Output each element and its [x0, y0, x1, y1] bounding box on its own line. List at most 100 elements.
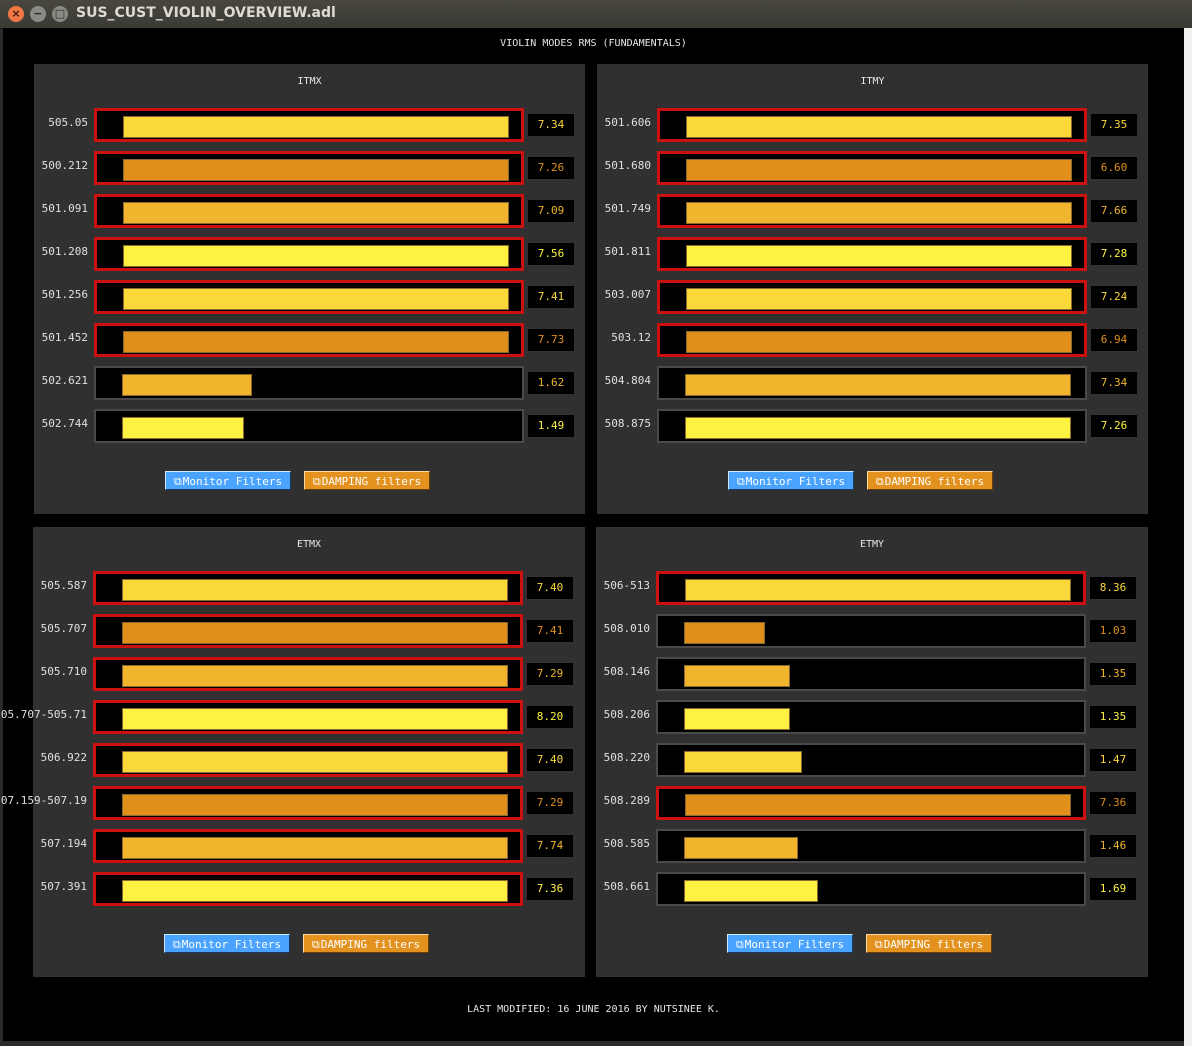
monitor-filters-label: Monitor Filters — [181, 938, 282, 951]
rms-bar-fill — [686, 116, 1072, 138]
rms-value: 1.69 — [1090, 878, 1136, 900]
monitor-filters-label: Monitor Filters — [745, 475, 846, 488]
rms-value: 1.35 — [1090, 663, 1136, 685]
rms-bar-fill — [122, 374, 252, 396]
rms-bar-fill — [685, 579, 1071, 601]
rms-bar — [657, 237, 1087, 271]
rms-bar-fill — [685, 417, 1071, 439]
related-display-icon: ⧉ — [875, 475, 884, 488]
mode-frequency-label: 506.922 — [40, 751, 87, 764]
footer-note: LAST MODIFIED: 16 JUNE 2016 BY NUTSINEE … — [467, 1004, 720, 1015]
rms-bar — [657, 280, 1087, 314]
rms-value: 7.66 — [1091, 200, 1137, 222]
monitor-filters-label: Monitor Filters — [182, 475, 283, 488]
mode-frequency-label: 504.804 — [604, 374, 651, 387]
mode-row: 508.146 1.35 — [596, 657, 1148, 693]
mode-frequency-label: 502.621 — [41, 374, 88, 387]
rms-bar — [656, 829, 1086, 863]
mode-row: 508.875 7.26 — [597, 409, 1148, 445]
rms-bar — [657, 194, 1087, 228]
rms-bar — [656, 657, 1086, 691]
mode-frequency-label: 505.05 — [48, 116, 88, 129]
rms-bar-fill — [684, 665, 790, 687]
rms-bar — [656, 872, 1086, 906]
rms-bar — [656, 571, 1086, 605]
mode-frequency-label: 501.606 — [604, 116, 651, 129]
damping-filters-label: DAMPING filters — [321, 475, 422, 488]
close-icon[interactable]: × — [8, 6, 24, 22]
window-title: SUS_CUST_VIOLIN_OVERVIEW.adl — [76, 5, 336, 21]
damping-filters-button[interactable]: ⧉DAMPING filters — [303, 934, 429, 953]
mode-frequency-label: 501.208 — [41, 245, 88, 258]
rms-value: 1.03 — [1090, 620, 1136, 642]
rms-bar — [657, 366, 1087, 400]
mode-frequency-label: 505.707-505.71 — [0, 708, 87, 721]
mode-frequency-label: 508.220 — [603, 751, 650, 764]
mode-frequency-label: 508.585 — [603, 837, 650, 850]
damping-filters-button[interactable]: ⧉DAMPING filters — [867, 471, 993, 490]
mode-frequency-label: 507.391 — [40, 880, 87, 893]
monitor-filters-button[interactable]: ⧉Monitor Filters — [727, 934, 853, 953]
mode-row: 503.12 6.94 — [597, 323, 1148, 359]
rms-bar-fill — [686, 159, 1072, 181]
mode-row: 501.606 7.35 — [597, 108, 1148, 144]
mode-row: 503.007 7.24 — [597, 280, 1148, 316]
rms-bar — [657, 108, 1087, 142]
rms-bar — [657, 409, 1087, 443]
desktop-edge — [1184, 28, 1192, 1046]
rms-bar-fill — [686, 331, 1072, 353]
mode-frequency-label: 508.289 — [603, 794, 650, 807]
mode-frequency-label: 508.875 — [604, 417, 651, 430]
window-titlebar: × − □ SUS_CUST_VIOLIN_OVERVIEW.adl — [0, 0, 1192, 29]
mode-frequency-label: 508.206 — [603, 708, 650, 721]
monitor-filters-button[interactable]: ⧉Monitor Filters — [728, 471, 854, 490]
rms-bar — [656, 614, 1086, 648]
page-title: VIOLIN MODES RMS (FUNDAMENTALS) — [500, 38, 687, 49]
panel-title: ETMY — [859, 539, 885, 550]
monitor-filters-button[interactable]: ⧉Monitor Filters — [164, 934, 290, 953]
monitor-filters-button[interactable]: ⧉Monitor Filters — [165, 471, 291, 490]
mode-frequency-label: 505.710 — [40, 665, 87, 678]
mode-row: 508.206 1.35 — [596, 700, 1148, 736]
damping-filters-button[interactable]: ⧉DAMPING filters — [866, 934, 992, 953]
rms-value: 1.47 — [1090, 749, 1136, 771]
rms-bar-fill — [122, 417, 244, 439]
mode-row: 501.680 6.60 — [597, 151, 1148, 187]
damping-filters-label: DAMPING filters — [320, 938, 421, 951]
related-display-icon: ⧉ — [735, 938, 744, 951]
mode-frequency-label: 503.007 — [604, 288, 651, 301]
panel-itmy: ITMY 501.606 7.35 501.680 6.60 501.749 7.66 501… — [597, 64, 1148, 514]
mode-frequency-label: 506-513 — [603, 579, 650, 592]
mode-frequency-label: 501.811 — [604, 245, 651, 258]
mode-row: 508.010 1.03 — [596, 614, 1148, 650]
rms-bar — [657, 323, 1087, 357]
related-display-icon: ⧉ — [736, 475, 745, 488]
rms-bar-fill — [686, 288, 1072, 310]
rms-bar-fill — [684, 708, 790, 730]
rms-value: 7.34 — [1091, 372, 1137, 394]
mode-frequency-label: 508.146 — [603, 665, 650, 678]
mode-frequency-label: 501.749 — [604, 202, 651, 215]
mode-row: 504.804 7.34 — [597, 366, 1148, 402]
rms-value: 1.46 — [1090, 835, 1136, 857]
mode-frequency-label: 501.091 — [41, 202, 88, 215]
related-display-icon: ⧉ — [173, 475, 182, 488]
panel-title: ITMY — [860, 76, 885, 87]
mode-row: 508.585 1.46 — [596, 829, 1148, 865]
rms-bar — [657, 151, 1087, 185]
rms-bar-fill — [684, 880, 818, 902]
related-display-icon: ⧉ — [311, 938, 320, 951]
maximize-icon[interactable]: □ — [52, 6, 68, 22]
mode-row: 508.661 1.69 — [596, 872, 1148, 908]
mode-frequency-label: 501.256 — [41, 288, 88, 301]
mode-frequency-label: 501.452 — [41, 331, 88, 344]
minimize-icon[interactable]: − — [30, 6, 46, 22]
mode-frequency-label: 508.661 — [603, 880, 650, 893]
damping-filters-label: DAMPING filters — [883, 938, 984, 951]
mode-row: 508.220 1.47 — [596, 743, 1148, 779]
mode-frequency-label: 508.010 — [603, 622, 650, 635]
damping-filters-button[interactable]: ⧉DAMPING filters — [304, 471, 430, 490]
panel-etmy: ETMY 506-513 8.36 508.010 1.03 508.146 1.35 508… — [596, 527, 1148, 977]
related-display-icon: ⧉ — [874, 938, 883, 951]
mode-row: 508.289 7.36 — [596, 786, 1148, 822]
